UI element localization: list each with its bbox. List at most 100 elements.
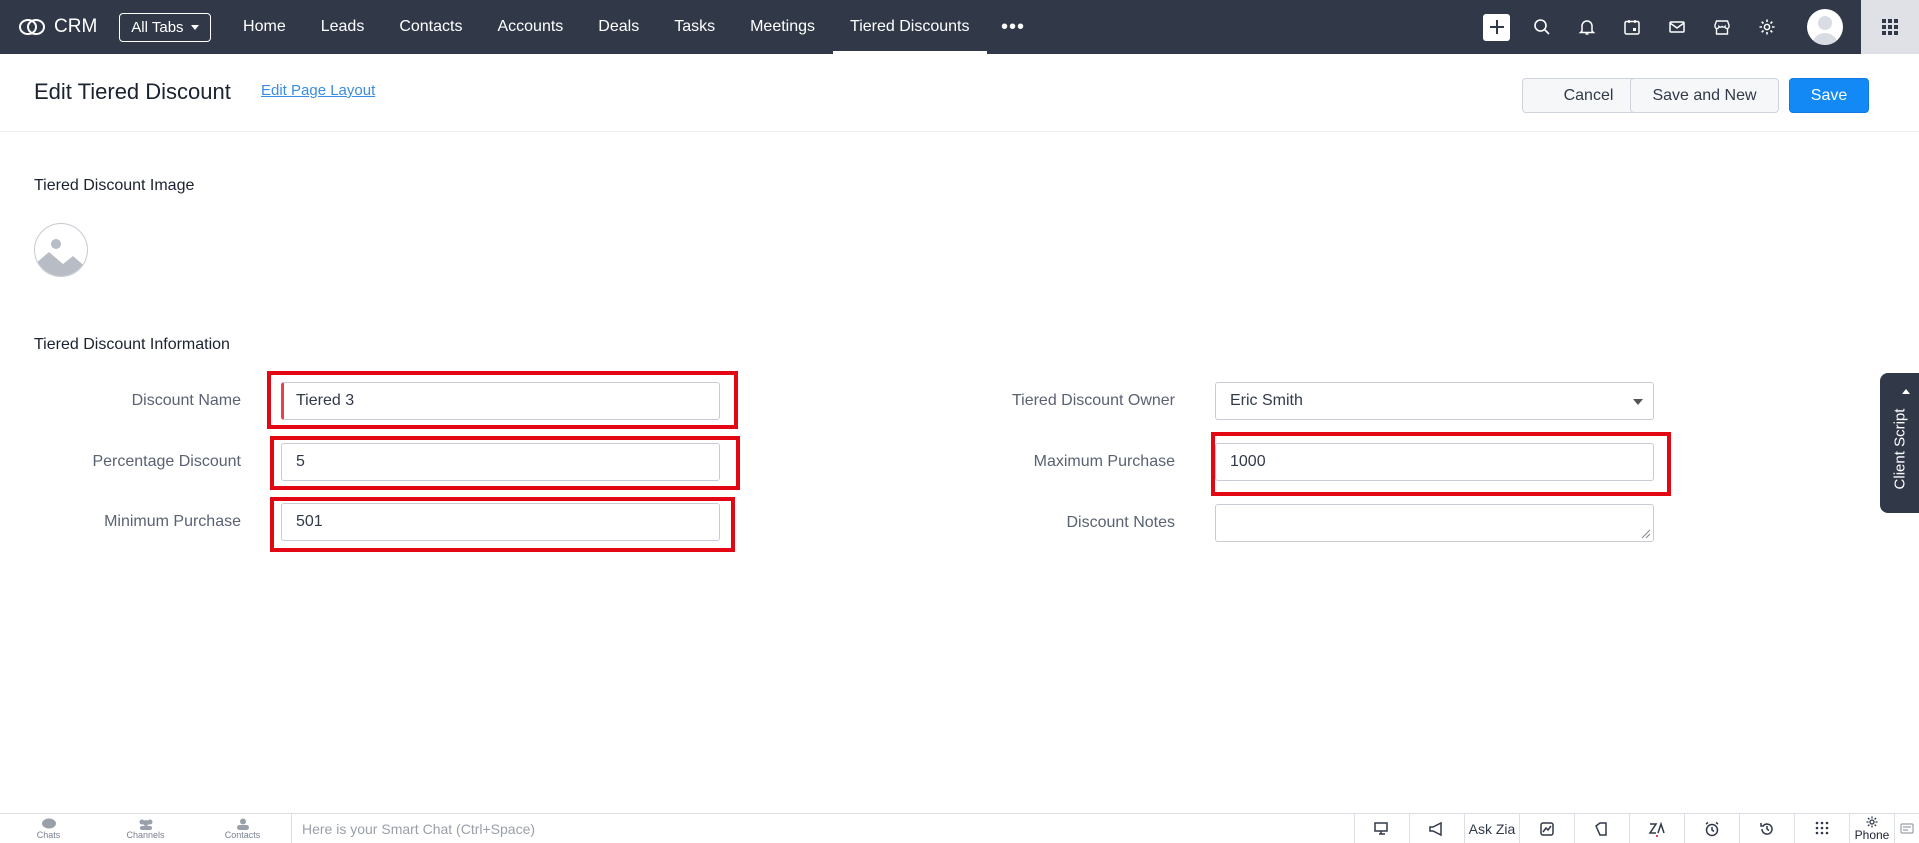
ask-zia-button[interactable]: Ask Zia [1464,814,1519,843]
monitor-icon [1374,821,1388,835]
tab-label: Accounts [497,18,564,35]
crm-logo-icon [19,19,45,35]
page-header: Edit Tiered Discount Edit Page Layout Ca… [0,54,1919,132]
highlight-box [267,371,738,429]
highlight-box [270,436,740,490]
tab-label: Deals [598,18,640,35]
mail-icon [1668,21,1685,33]
tab-label: Home [243,18,286,35]
calendar-icon [1623,20,1640,35]
mail-button[interactable] [1654,0,1699,54]
top-icons [1474,0,1919,54]
user-icon [1812,16,1838,45]
tab-label: Meetings [750,18,816,35]
discount-notes-label: Discount Notes [1066,514,1176,531]
dialpad-button[interactable] [1794,814,1849,843]
all-tabs-dropdown[interactable]: All Tabs [119,12,211,42]
resize-handle-icon[interactable] [1639,527,1651,539]
store-icon [1713,20,1730,35]
alarm-clock-icon [1705,821,1719,836]
tab-deals[interactable]: Deals [581,0,657,54]
phone-button[interactable]: Phone [1849,814,1894,843]
grid-icon [1882,19,1898,35]
tab-label: Leads [320,18,365,35]
owner-select[interactable]: Eric Smith [1215,382,1654,420]
all-tabs-label: All Tabs [131,18,184,36]
channels-button[interactable]: Channels [97,814,194,843]
analytics-button[interactable] [1519,814,1574,843]
tab-label: Tasks [674,18,716,35]
channels-label: Channels [126,829,165,840]
feedback-icon [1900,822,1914,834]
discount-notes-textarea[interactable] [1215,504,1654,542]
image-section-title: Tiered Discount Image [34,177,195,194]
highlight-box [1211,432,1671,496]
alarm-button[interactable] [1684,814,1739,843]
chat-bubble-icon [41,818,56,828]
user-avatar[interactable] [1807,9,1843,45]
crm-logo[interactable]: CRM [18,16,97,38]
gear-icon [1866,816,1878,827]
discount-name-label: Discount Name [131,392,241,409]
app-name: CRM [54,16,98,37]
chart-icon [1540,821,1554,836]
smart-chat-input[interactable]: Here is your Smart Chat (Ctrl+Space) [291,814,1337,843]
image-placeholder-icon [35,239,87,276]
zia-button[interactable] [1629,814,1684,843]
page-title: Edit Tiered Discount [34,79,231,104]
tab-label: Tiered Discounts [850,18,970,35]
tab-home[interactable]: Home [226,0,304,54]
tab-accounts[interactable]: Accounts [480,0,581,54]
tag-button[interactable] [1574,814,1629,843]
client-script-label: Client Script [1891,408,1909,490]
info-section-title: Tiered Discount Information [34,336,230,353]
gear-icon [1759,19,1774,35]
chevron-down-icon [190,24,199,30]
save-and-new-button[interactable]: Save and New [1630,78,1779,113]
search-icon [1533,19,1550,35]
dialpad-icon [1815,821,1829,834]
client-script-tab[interactable]: Client Script [1880,373,1919,513]
announcements-button[interactable] [1409,814,1464,843]
tab-tiered-discounts[interactable]: Tiered Discounts [832,0,988,54]
module-tabs: Home Leads Contacts Accounts Deals Tasks… [226,0,1039,54]
highlight-box [270,497,735,552]
tab-leads[interactable]: Leads [303,0,382,54]
tag-icon [1595,821,1607,836]
contacts-button[interactable]: Contacts [194,814,291,843]
owner-value: Eric Smith [1230,392,1303,409]
percentage-discount-label: Percentage Discount [92,453,241,470]
bottom-bar: Chats Channels Contacts Here is your Sma… [0,813,1919,843]
settings-button[interactable] [1744,0,1789,54]
maximum-purchase-label: Maximum Purchase [1033,453,1175,470]
chats-button[interactable]: Chats [0,814,97,843]
tab-meetings[interactable]: Meetings [733,0,833,54]
owner-label: Tiered Discount Owner [1011,392,1175,409]
tab-contacts[interactable]: Contacts [382,0,480,54]
history-button[interactable] [1739,814,1794,843]
image-upload-placeholder[interactable] [34,223,88,277]
more-tabs-button[interactable]: ••• [987,0,1039,54]
calendar-button[interactable] [1609,0,1654,54]
minimum-purchase-label: Minimum Purchase [104,513,241,530]
edit-page-layout-link[interactable]: Edit Page Layout [261,82,375,99]
tab-tasks[interactable]: Tasks [657,0,733,54]
megaphone-icon [1429,821,1442,836]
bell-icon [1578,20,1595,35]
save-button[interactable]: Save [1789,78,1869,113]
search-button[interactable] [1519,0,1564,54]
feedback-button[interactable] [1894,814,1919,843]
phone-label: Phone [1854,827,1890,842]
screen-share-button[interactable] [1354,814,1409,843]
chats-label: Chats [36,829,61,840]
notifications-button[interactable] [1564,0,1609,54]
chevron-down-icon [1633,399,1643,405]
create-button[interactable] [1474,0,1519,54]
group-icon [139,819,152,830]
person-icon [236,818,249,830]
top-navigation-bar: CRM All Tabs Home Leads Contacts Account… [0,0,1919,54]
contacts-label: Contacts [224,829,261,840]
plus-icon [1483,13,1510,41]
app-launcher-button[interactable] [1861,0,1919,54]
marketplace-button[interactable] [1699,0,1744,54]
